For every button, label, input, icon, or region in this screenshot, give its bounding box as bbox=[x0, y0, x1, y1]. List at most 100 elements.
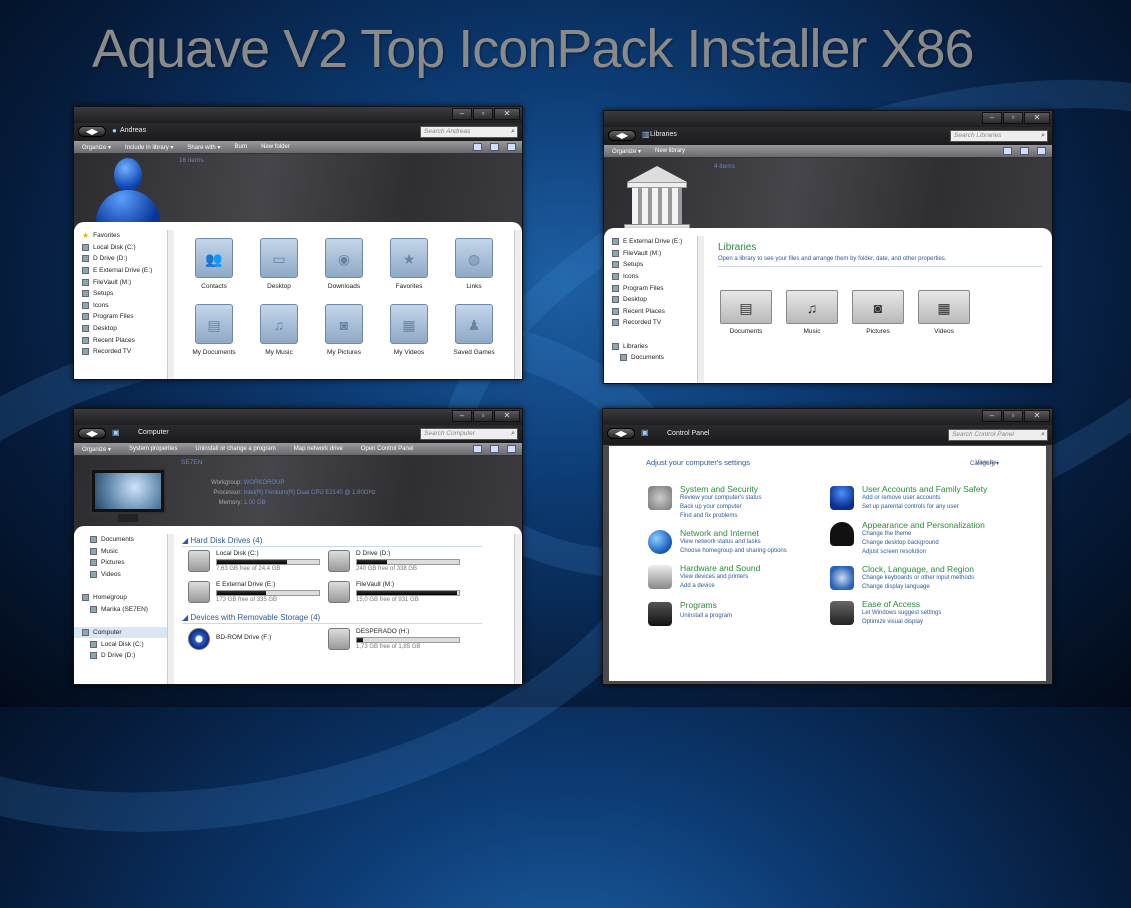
link[interactable]: Uninstall a program bbox=[680, 613, 732, 619]
help-icon[interactable] bbox=[1037, 147, 1046, 155]
folder-favorites[interactable]: ★ Favorites bbox=[389, 238, 429, 290]
preview-pane-icon[interactable] bbox=[490, 143, 499, 151]
breadcrumb[interactable]: Control Panel bbox=[667, 430, 709, 437]
libraries-window[interactable]: – ▫ ✕ ◀▶ ▥ Libraries Search Libraries ⌕ Org… bbox=[603, 110, 1053, 384]
link[interactable]: View devices and printers bbox=[680, 574, 748, 580]
share-with-button[interactable]: Share with ▾ bbox=[187, 144, 220, 151]
nav-item[interactable]: Local Disk (C:) bbox=[74, 242, 173, 254]
views-icon[interactable] bbox=[473, 445, 482, 453]
nav-item[interactable]: D Drive (D:) bbox=[74, 650, 173, 662]
nav-item[interactable]: Local Disk (C:) bbox=[74, 638, 173, 650]
open-control-panel-button[interactable]: Open Control Panel bbox=[361, 446, 414, 452]
help-icon[interactable] bbox=[507, 445, 516, 453]
link[interactable]: Change keyboards or other input methods bbox=[862, 575, 974, 581]
folder-saved-games[interactable]: ♟ Saved Games bbox=[453, 304, 495, 356]
nav-item[interactable]: Program Files bbox=[604, 282, 703, 294]
user-folder-window[interactable]: – ▫ ✕ ◀▶ ● Andreas Search Andreas ⌕ Organiz… bbox=[73, 106, 523, 380]
folder-my-videos[interactable]: ▦ My Videos bbox=[389, 304, 429, 356]
nav-item[interactable]: E External Drive (E:) bbox=[74, 265, 173, 277]
title-bar[interactable]: – ▫ ✕ bbox=[603, 409, 1052, 425]
link[interactable]: Add or remove user accounts bbox=[862, 495, 940, 501]
library-documents[interactable]: ▤ Documents bbox=[720, 290, 772, 335]
nav-homegroup[interactable]: Homegroup bbox=[74, 592, 173, 604]
nav-item[interactable]: Setups bbox=[74, 288, 173, 300]
link[interactable]: Optimize visual display bbox=[862, 619, 923, 625]
nav-item[interactable]: Icons bbox=[74, 300, 173, 312]
library-videos[interactable]: ▦ Videos bbox=[918, 290, 970, 335]
computer-window[interactable]: – ▫ ✕ ◀▶ ▣ Computer Search Computer ⌕ Organ… bbox=[73, 408, 523, 685]
link[interactable]: Change desktop background bbox=[862, 540, 939, 546]
search-input[interactable]: Search Control Panel ⌕ bbox=[948, 429, 1048, 441]
title-bar[interactable]: – ▫ ✕ bbox=[74, 107, 522, 123]
search-input[interactable]: Search Computer ⌕ bbox=[420, 428, 518, 440]
include-in-library-button[interactable]: Include in library ▾ bbox=[125, 144, 173, 151]
close-icon[interactable]: ✕ bbox=[1024, 410, 1050, 422]
link[interactable]: Change the theme bbox=[862, 531, 911, 537]
nav-item[interactable]: Pictures bbox=[74, 557, 173, 569]
back-forward-button[interactable]: ◀▶ bbox=[78, 126, 106, 137]
title-bar[interactable]: – ▫ ✕ bbox=[74, 409, 522, 425]
drive-m[interactable]: FileVault (M:) 15,0 GB free of 931 GB bbox=[328, 581, 468, 609]
folder-my-pictures[interactable]: ◙ My Pictures bbox=[324, 304, 364, 356]
link[interactable]: View network status and tasks bbox=[680, 539, 761, 545]
view-by-dropdown[interactable]: Category ▾ bbox=[970, 460, 999, 467]
library-pictures[interactable]: ◙ Pictures bbox=[852, 290, 904, 335]
help-icon[interactable] bbox=[507, 143, 516, 151]
nav-item[interactable]: Marika (SE7EN) bbox=[74, 604, 173, 616]
views-icon[interactable] bbox=[473, 143, 482, 151]
link[interactable]: Set up parental controls for any user bbox=[862, 504, 959, 510]
nav-item[interactable]: Recent Places bbox=[604, 306, 703, 318]
link[interactable]: Let Windows suggest settings bbox=[862, 610, 941, 616]
title-bar[interactable]: – ▫ ✕ bbox=[604, 111, 1052, 127]
search-input[interactable]: Search Andreas ⌕ bbox=[420, 126, 518, 138]
nav-scrollbar[interactable] bbox=[697, 236, 704, 383]
system-properties-button[interactable]: System properties bbox=[129, 446, 177, 452]
close-icon[interactable]: ✕ bbox=[1024, 112, 1050, 124]
nav-item[interactable]: FileVault (M:) bbox=[74, 276, 173, 288]
folder-contacts[interactable]: 👥 Contacts bbox=[194, 238, 234, 290]
nav-item[interactable]: D Drive (D:) bbox=[74, 253, 173, 265]
link[interactable]: Choose homegroup and sharing options bbox=[680, 548, 787, 554]
uninstall-program-button[interactable]: Uninstall or change a program bbox=[195, 446, 275, 452]
link[interactable]: Change display language bbox=[862, 584, 930, 590]
library-music[interactable]: ♫ Music bbox=[786, 290, 838, 335]
nav-libraries[interactable]: Libraries bbox=[604, 340, 703, 352]
content-scrollbar[interactable] bbox=[514, 230, 521, 379]
organize-button[interactable]: Organize ▾ bbox=[612, 148, 641, 155]
link[interactable]: Add a device bbox=[680, 583, 715, 589]
breadcrumb[interactable]: Andreas bbox=[120, 127, 146, 134]
nav-item[interactable]: FileVault (M:) bbox=[604, 248, 703, 260]
maximize-icon[interactable]: ▫ bbox=[1003, 410, 1023, 422]
breadcrumb[interactable]: Computer bbox=[138, 429, 169, 436]
content-scrollbar[interactable] bbox=[514, 534, 521, 684]
hard-disk-section-header[interactable]: ◢ Hard Disk Drives (4) bbox=[182, 536, 484, 547]
preview-pane-icon[interactable] bbox=[490, 445, 499, 453]
folder-my-music[interactable]: ♫ My Music bbox=[259, 304, 299, 356]
drive-f[interactable]: BD-ROM Drive (F:) bbox=[188, 628, 328, 656]
views-icon[interactable] bbox=[1003, 147, 1012, 155]
burn-button[interactable]: Burn bbox=[234, 144, 247, 150]
link[interactable]: Review your computer's status bbox=[680, 495, 762, 501]
minimize-icon[interactable]: – bbox=[982, 410, 1002, 422]
new-folder-button[interactable]: New folder bbox=[261, 144, 290, 150]
organize-button[interactable]: Organize ▾ bbox=[82, 446, 111, 453]
folder-links[interactable]: ◍ Links bbox=[454, 238, 494, 290]
folder-desktop[interactable]: ▭ Desktop bbox=[259, 238, 299, 290]
nav-item[interactable]: Recent Places bbox=[74, 334, 173, 346]
minimize-icon[interactable]: – bbox=[452, 410, 472, 422]
drive-c[interactable]: Local Disk (C:) 7,63 GB free of 24,4 GB bbox=[188, 550, 328, 578]
new-library-button[interactable]: New library bbox=[655, 148, 685, 154]
drive-e[interactable]: E External Drive (E:) 173 GB free of 335 … bbox=[188, 581, 328, 609]
link[interactable]: Back up your computer bbox=[680, 504, 742, 510]
folder-my-documents[interactable]: ▤ My Documents bbox=[192, 304, 236, 356]
breadcrumb[interactable]: Libraries bbox=[650, 131, 677, 138]
map-network-drive-button[interactable]: Map network drive bbox=[294, 446, 343, 452]
minimize-icon[interactable]: – bbox=[452, 108, 472, 120]
removable-section-header[interactable]: ◢ Devices with Removable Storage (4) bbox=[182, 613, 483, 624]
nav-scrollbar[interactable] bbox=[167, 534, 174, 684]
drive-d[interactable]: D Drive (D:) 240 GB free of 338 GB bbox=[328, 550, 468, 578]
nav-item[interactable]: Music bbox=[74, 546, 173, 558]
nav-item[interactable]: Recorded TV bbox=[74, 346, 173, 358]
link[interactable]: Adjust screen resolution bbox=[862, 549, 926, 555]
close-icon[interactable]: ✕ bbox=[494, 410, 520, 422]
